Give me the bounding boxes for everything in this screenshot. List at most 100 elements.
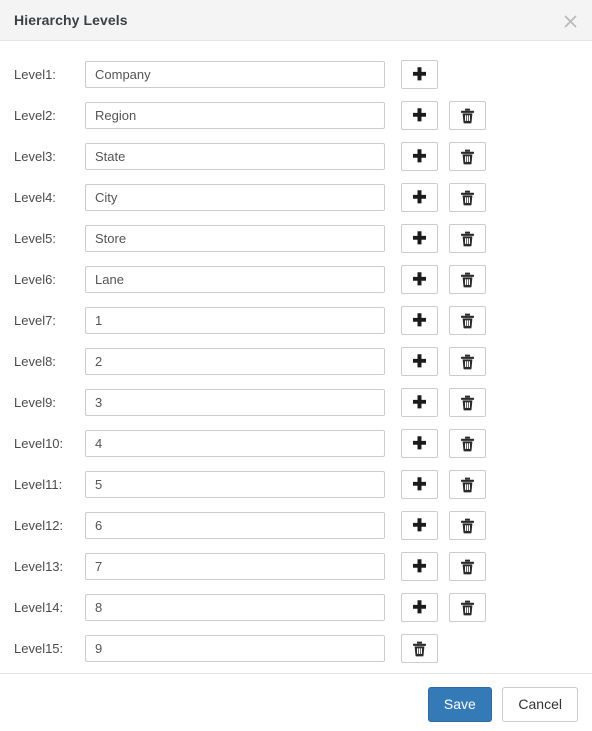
- plus-icon: ✚: [412, 515, 427, 535]
- levels-list: Level1: ✚ Level2: ✚ Level3: ✚ Level4: ✚ Level5: ✚…: [0, 41, 592, 673]
- level-name-input[interactable]: [85, 102, 385, 129]
- level-label: Level10:: [14, 436, 64, 451]
- level-row: Level15:: [0, 634, 592, 673]
- add-level-button[interactable]: ✚: [401, 101, 438, 130]
- level-name-input[interactable]: [85, 430, 385, 457]
- trash-icon: [461, 190, 474, 205]
- level-label: Level14:: [14, 600, 64, 615]
- add-level-button[interactable]: ✚: [401, 388, 438, 417]
- level-name-input[interactable]: [85, 389, 385, 416]
- delete-level-button[interactable]: [449, 306, 486, 335]
- delete-level-button[interactable]: [449, 552, 486, 581]
- trash-icon: [461, 559, 474, 574]
- level-label: Level7:: [14, 313, 56, 328]
- level-label: Level6:: [14, 272, 56, 287]
- add-level-button[interactable]: ✚: [401, 593, 438, 622]
- level-row: Level7: ✚: [0, 306, 592, 348]
- level-row: Level3: ✚: [0, 142, 592, 184]
- delete-level-button[interactable]: [449, 142, 486, 171]
- level-name-input[interactable]: [85, 594, 385, 621]
- trash-icon: [413, 641, 426, 656]
- level-name-input[interactable]: [85, 266, 385, 293]
- trash-icon: [461, 272, 474, 287]
- level-label: Level5:: [14, 231, 56, 246]
- plus-icon: ✚: [412, 64, 427, 84]
- level-row: Level8: ✚: [0, 347, 592, 389]
- level-label: Level11:: [14, 477, 63, 492]
- plus-icon: ✚: [412, 269, 427, 289]
- level-name-input[interactable]: [85, 225, 385, 252]
- level-label: Level3:: [14, 149, 56, 164]
- trash-icon: [461, 436, 474, 451]
- level-label: Level4:: [14, 190, 56, 205]
- save-button[interactable]: Save: [427, 687, 492, 722]
- delete-level-button[interactable]: [449, 429, 486, 458]
- plus-icon: ✚: [412, 433, 427, 453]
- add-level-button[interactable]: ✚: [401, 60, 438, 89]
- level-name-input[interactable]: [85, 348, 385, 375]
- add-level-button[interactable]: ✚: [401, 552, 438, 581]
- delete-level-button[interactable]: [449, 511, 486, 540]
- close-icon-glyph: [564, 15, 576, 28]
- level-row: Level13: ✚: [0, 552, 592, 594]
- plus-icon: ✚: [412, 351, 427, 371]
- plus-icon: ✚: [412, 187, 427, 207]
- cancel-button[interactable]: Cancel: [502, 687, 578, 722]
- delete-level-button[interactable]: [449, 183, 486, 212]
- plus-icon: ✚: [412, 392, 427, 412]
- add-level-button[interactable]: ✚: [401, 224, 438, 253]
- dialog-header: Hierarchy Levels: [0, 0, 592, 41]
- hierarchy-levels-dialog: Hierarchy Levels Level1:✚Level2:✚Level3:…: [0, 0, 592, 731]
- level-label: Level9:: [14, 395, 56, 410]
- delete-level-button[interactable]: [449, 224, 486, 253]
- add-level-button[interactable]: ✚: [401, 347, 438, 376]
- level-row: Level4: ✚: [0, 183, 592, 225]
- dialog-footer: Save Cancel: [0, 673, 592, 731]
- level-name-input[interactable]: [85, 143, 385, 170]
- delete-level-button[interactable]: [449, 470, 486, 499]
- add-level-button[interactable]: ✚: [401, 306, 438, 335]
- delete-level-button[interactable]: [401, 634, 438, 663]
- level-row: Level14: ✚: [0, 593, 592, 635]
- trash-icon: [461, 395, 474, 410]
- trash-icon: [461, 477, 474, 492]
- trash-icon: [461, 313, 474, 328]
- plus-icon: ✚: [412, 105, 427, 125]
- add-level-button[interactable]: ✚: [401, 511, 438, 540]
- add-level-button[interactable]: ✚: [401, 470, 438, 499]
- delete-level-button[interactable]: [449, 347, 486, 376]
- level-name-input[interactable]: [85, 512, 385, 539]
- delete-level-button[interactable]: [449, 101, 486, 130]
- add-level-button[interactable]: ✚: [401, 265, 438, 294]
- add-level-button[interactable]: ✚: [401, 142, 438, 171]
- level-name-input[interactable]: [85, 307, 385, 334]
- plus-icon: ✚: [412, 597, 427, 617]
- close-icon[interactable]: [560, 10, 580, 30]
- plus-icon: ✚: [412, 474, 427, 494]
- delete-level-button[interactable]: [449, 388, 486, 417]
- level-row: Level6: ✚: [0, 265, 592, 307]
- trash-icon: [461, 600, 474, 615]
- level-name-input[interactable]: [85, 635, 385, 662]
- level-name-input[interactable]: [85, 553, 385, 580]
- plus-icon: ✚: [412, 310, 427, 330]
- level-name-input[interactable]: [85, 471, 385, 498]
- level-label: Level15:: [14, 641, 64, 656]
- level-row: Level10: ✚: [0, 429, 592, 471]
- delete-level-button[interactable]: [449, 265, 486, 294]
- delete-level-button[interactable]: [449, 593, 486, 622]
- level-row: Level1: ✚: [0, 60, 592, 102]
- trash-icon: [461, 354, 474, 369]
- trash-icon: [461, 149, 474, 164]
- level-row: Level9: ✚: [0, 388, 592, 430]
- add-level-button[interactable]: ✚: [401, 429, 438, 458]
- trash-icon: [461, 518, 474, 533]
- level-label: Level2:: [14, 108, 56, 123]
- level-label: Level8:: [14, 354, 56, 369]
- plus-icon: ✚: [412, 228, 427, 248]
- level-name-input[interactable]: [85, 184, 385, 211]
- trash-icon: [461, 108, 474, 123]
- add-level-button[interactable]: ✚: [401, 183, 438, 212]
- level-row: Level11: ✚: [0, 470, 592, 512]
- level-name-input[interactable]: [85, 61, 385, 88]
